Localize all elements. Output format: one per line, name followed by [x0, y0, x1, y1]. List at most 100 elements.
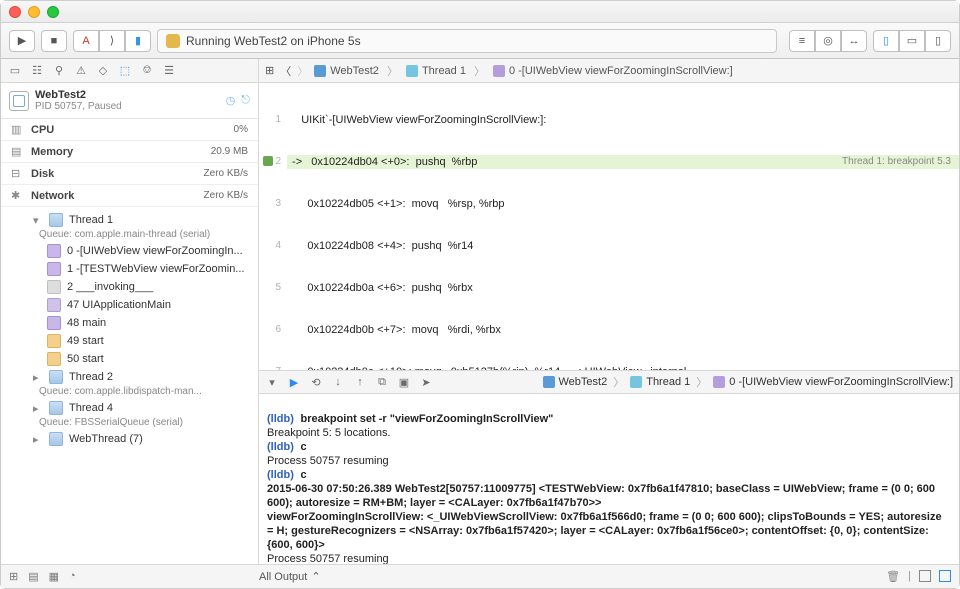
project-chip-icon: [543, 376, 555, 388]
view-hierarchy-icon[interactable]: ⧉: [375, 376, 389, 389]
cpu-gauge[interactable]: ▥CPU0%: [1, 119, 258, 141]
process-header[interactable]: WebTest2 PID 50757, Paused ◷ ⎋: [1, 83, 258, 119]
filter-process-icon[interactable]: ⊞: [9, 570, 18, 583]
minimize-window-button[interactable]: [28, 6, 40, 18]
frame-chip-icon: [713, 376, 725, 388]
debug-bar: ▾ ▶ ⟲ ↓ ↑ ⧉ ▣ ➤ WebTest2 〉 Thread 1 〉 0 …: [259, 370, 959, 394]
thread-list: ▾Thread 1 Queue: com.apple.main-thread (…: [1, 207, 258, 448]
editor-assistant-button[interactable]: ◎: [815, 30, 841, 52]
memory-graph-icon[interactable]: ▣: [397, 376, 411, 389]
frame-row[interactable]: 47 UIApplicationMain: [1, 296, 258, 314]
step-over-icon[interactable]: ⟲: [309, 376, 323, 389]
app-icon: [9, 91, 29, 111]
thread-icon: [49, 432, 63, 446]
report-navigator-icon[interactable]: ☰: [161, 63, 177, 79]
disk-gauge[interactable]: ⊟DiskZero KB/s: [1, 163, 258, 185]
forward-icon[interactable]: 〉: [297, 63, 308, 79]
file-navigator-icon[interactable]: ▭: [7, 63, 23, 79]
capture-gpu-icon[interactable]: ◷: [226, 94, 236, 107]
thread-chip-icon: [406, 65, 418, 77]
issue-navigator-icon[interactable]: ⚠: [73, 63, 89, 79]
step-out-icon[interactable]: ↑: [353, 376, 367, 388]
thread-icon: [49, 401, 63, 415]
stop-button[interactable]: ■: [41, 30, 67, 52]
process-subtitle: PID 50757, Paused: [35, 101, 122, 112]
main-toolbar: ▶ ■ A ⟩ ▮ Running WebTest2 on iPhone 5s …: [1, 23, 959, 59]
memory-gauge[interactable]: ▤Memory20.9 MB: [1, 141, 258, 163]
close-window-button[interactable]: [9, 6, 21, 18]
filter-thread-icon[interactable]: ▤: [28, 570, 38, 583]
process-name: WebTest2: [35, 89, 122, 101]
percent-icon[interactable]: ◔: [69, 570, 76, 583]
crumb-project[interactable]: WebTest2: [330, 65, 379, 77]
continue-icon[interactable]: ▶: [287, 376, 301, 389]
debug-crumbs[interactable]: WebTest2 〉 Thread 1 〉 0 -[UIWebView view…: [543, 374, 954, 390]
disk-icon: ⊟: [11, 167, 25, 180]
frame-row[interactable]: 49 start: [1, 332, 258, 350]
network-gauge[interactable]: ✱NetworkZero KB/s: [1, 185, 258, 207]
disclosure-icon[interactable]: ▸: [33, 433, 43, 446]
disassembly-view[interactable]: 1 UIKit`-[UIWebView viewForZoomingInScro…: [259, 83, 959, 370]
thread-queue-label: Queue: com.apple.libdispatch-man...: [1, 384, 258, 399]
memory-icon: ▤: [11, 145, 25, 158]
zoom-window-button[interactable]: [47, 6, 59, 18]
disclosure-icon[interactable]: ▸: [33, 371, 43, 384]
frame-icon: [47, 298, 61, 312]
device-button[interactable]: ▮: [125, 30, 151, 52]
window-titlebar: [1, 1, 959, 23]
toggle-debug-button[interactable]: ▭: [899, 30, 925, 52]
editor-version-button[interactable]: ↔: [841, 30, 867, 52]
frame-icon: [47, 334, 61, 348]
frame-row[interactable]: 0 -[UIWebView viewForZoomingIn...: [1, 242, 258, 260]
crumb-thread[interactable]: Thread 1: [422, 65, 466, 77]
frame-row[interactable]: 2 ___invoking___: [1, 278, 258, 296]
breakpoint-navigator-icon[interactable]: ⎊: [139, 63, 155, 79]
navigator-selector: ▭ ☷ ⚲ ⚠ ◇ ⬚ ⎊ ☰: [1, 59, 259, 82]
network-icon: ✱: [11, 189, 25, 202]
chevron-updown-icon: ⌃: [311, 570, 320, 583]
related-items-icon[interactable]: ⊞: [265, 64, 274, 77]
frame-icon: [47, 352, 61, 366]
disclosure-icon[interactable]: ▸: [33, 402, 43, 415]
toggle-navigator-button[interactable]: ▯: [873, 30, 899, 52]
status-icon: [166, 34, 180, 48]
bottom-bar: ⊞ ▤ ▦ ◔ All Output⌃ 🗑 |: [1, 564, 959, 588]
show-console-icon[interactable]: [939, 570, 951, 582]
debug-console[interactable]: (lldb) breakpoint set -r "viewForZooming…: [259, 394, 959, 564]
thread-queue-label: Queue: com.apple.main-thread (serial): [1, 227, 258, 242]
activity-status: Running WebTest2 on iPhone 5s: [157, 29, 777, 53]
run-button[interactable]: ▶: [9, 30, 35, 52]
back-icon[interactable]: 〈: [280, 63, 291, 79]
show-variables-icon[interactable]: [919, 570, 931, 582]
frame-icon: [47, 262, 61, 276]
disclosure-icon[interactable]: ▾: [33, 214, 43, 227]
frame-row[interactable]: 1 -[TESTWebView viewForZoomin...: [1, 260, 258, 278]
find-navigator-icon[interactable]: ⚲: [51, 63, 67, 79]
jump-bar[interactable]: ⊞ 〈 〉 WebTest2 〉 Thread 1 〉 0 -[UIWebVie…: [259, 63, 959, 79]
test-navigator-icon[interactable]: ◇: [95, 63, 111, 79]
breakpoint-marker-icon[interactable]: [263, 156, 273, 166]
frame-icon: [47, 316, 61, 330]
trash-icon[interactable]: 🗑: [886, 570, 900, 583]
frame-row[interactable]: 48 main: [1, 314, 258, 332]
frame-row[interactable]: 50 start: [1, 350, 258, 368]
jump-bar-row: ▭ ☷ ⚲ ⚠ ◇ ⬚ ⎊ ☰ ⊞ 〈 〉 WebTest2 〉 Thread …: [1, 59, 959, 83]
breakpoint-note: Thread 1: breakpoint 5.3: [842, 155, 959, 169]
step-into-icon[interactable]: ↓: [331, 376, 345, 388]
hide-debug-icon[interactable]: ▾: [265, 376, 279, 389]
output-filter[interactable]: All Output⌃: [259, 570, 321, 583]
thread-icon: [49, 213, 63, 227]
crumb-frame[interactable]: 0 -[UIWebView viewForZoomingInScrollView…: [509, 65, 733, 77]
debug-navigator-icon[interactable]: ⬚: [117, 63, 133, 79]
destination-button[interactable]: ⟩: [99, 30, 125, 52]
project-chip-icon: [314, 65, 326, 77]
scheme-button[interactable]: A: [73, 30, 99, 52]
filter-crashed-icon[interactable]: ▦: [49, 570, 59, 583]
symbol-navigator-icon[interactable]: ☷: [29, 63, 45, 79]
location-icon[interactable]: ⎋: [241, 94, 250, 107]
editor-standard-button[interactable]: ≡: [789, 30, 815, 52]
toggle-utilities-button[interactable]: ▯: [925, 30, 951, 52]
thread-row[interactable]: ▸WebThread (7): [1, 430, 258, 448]
cpu-icon: ▥: [11, 123, 25, 136]
simulate-location-icon[interactable]: ➤: [419, 376, 433, 389]
